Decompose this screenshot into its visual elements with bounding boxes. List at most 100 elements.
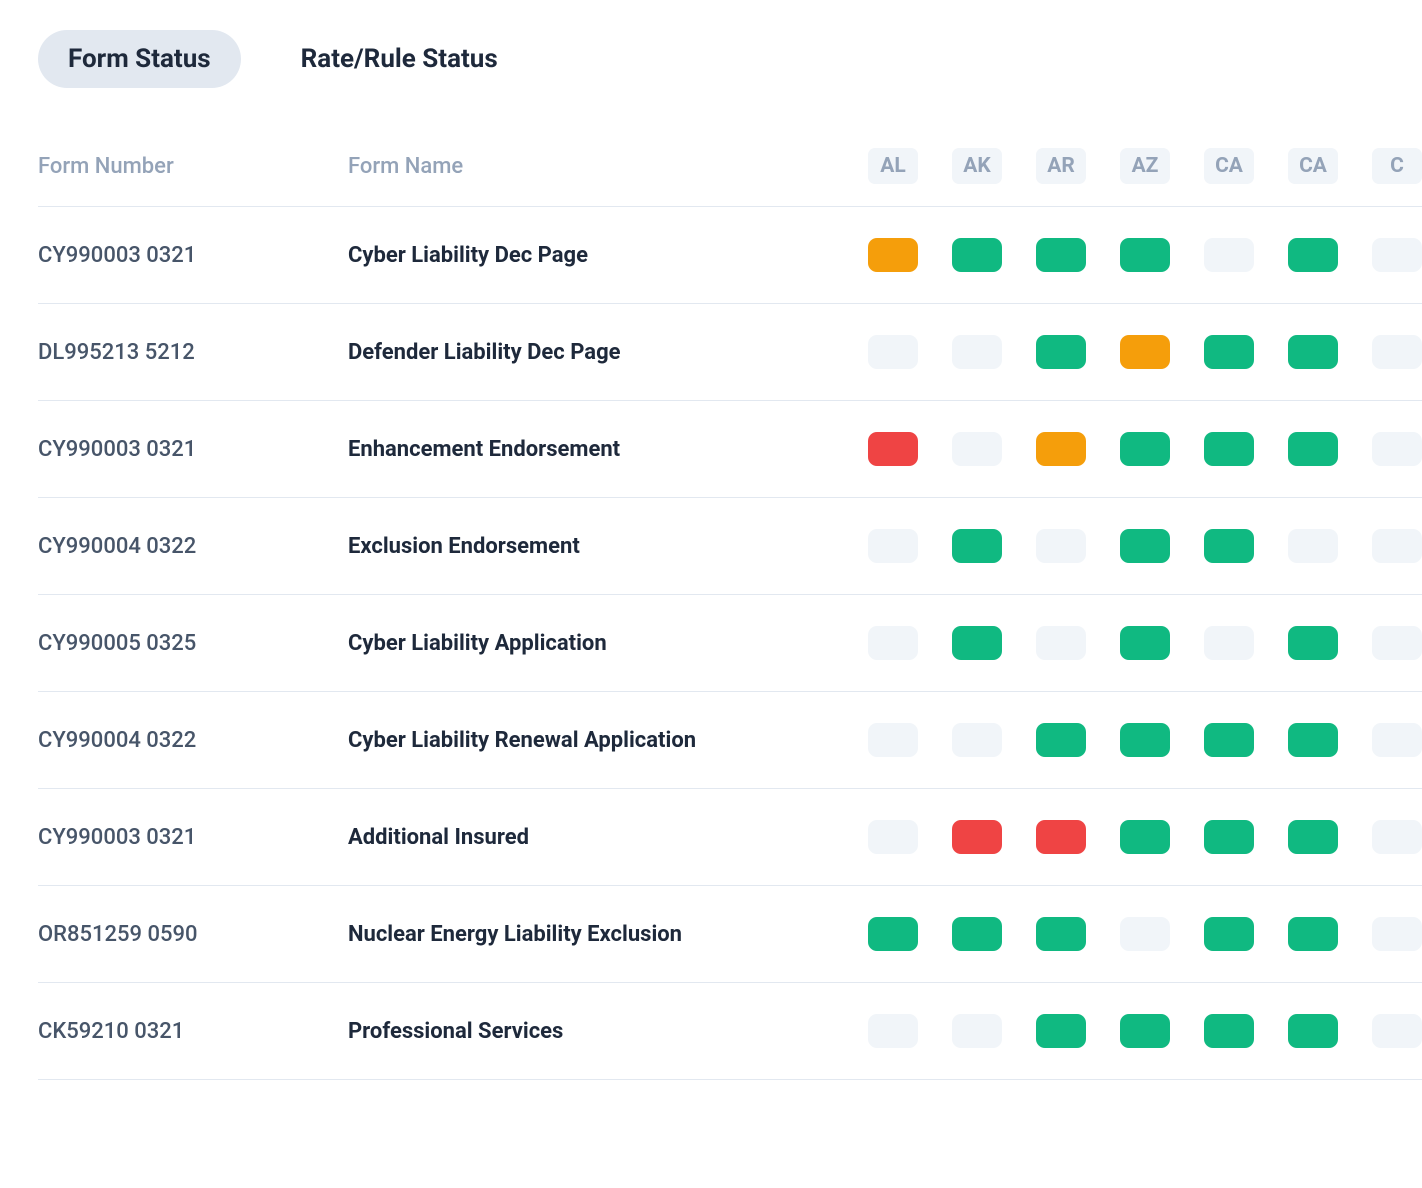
status-cell-green[interactable] [1204,529,1254,563]
status-cell-orange[interactable] [1036,432,1086,466]
cell-form-name: Enhancement Endorsement [348,437,868,462]
status-cell-gray[interactable] [952,432,1002,466]
form-number-text: CY990003 0321 [38,825,196,850]
status-cell-orange[interactable] [868,238,918,272]
status-cell-green[interactable] [1036,335,1086,369]
state-header-ak[interactable]: AK [952,148,1002,184]
form-name-text: Cyber Liability Application [348,631,607,656]
cell-form-number: CY990003 0321 [38,437,348,462]
state-header-label: AZ [1132,154,1159,178]
status-cell-red[interactable] [1036,820,1086,854]
status-cell-green[interactable] [1204,820,1254,854]
status-cell-gray[interactable] [1288,529,1338,563]
status-cell-green[interactable] [1036,1014,1086,1048]
status-cell-gray[interactable] [1204,238,1254,272]
form-number-text: DL995213 5212 [38,340,195,365]
status-cell-green[interactable] [868,917,918,951]
status-cell-green[interactable] [952,238,1002,272]
status-cell-gray[interactable] [1372,238,1422,272]
cell-form-name: Cyber Liability Renewal Application [348,728,868,753]
status-cell-gray[interactable] [952,335,1002,369]
status-cell-green[interactable] [952,917,1002,951]
status-cells [868,626,1422,660]
table-row: CY990005 0325Cyber Liability Application [38,595,1422,692]
cell-form-number: DL995213 5212 [38,340,348,365]
status-cell-gray[interactable] [868,529,918,563]
status-cell-gray[interactable] [1204,626,1254,660]
status-cell-green[interactable] [1204,723,1254,757]
status-cell-gray[interactable] [952,1014,1002,1048]
state-header-ca[interactable]: CA [1204,148,1254,184]
status-cell-gray[interactable] [868,820,918,854]
state-header-al[interactable]: AL [868,148,918,184]
status-cell-green[interactable] [1204,335,1254,369]
status-cell-red[interactable] [868,432,918,466]
header-form-number: Form Number [38,154,174,179]
cell-form-name: Professional Services [348,1019,868,1044]
status-cell-green[interactable] [1288,432,1338,466]
status-cell-gray[interactable] [1120,917,1170,951]
tab-rate-rule-status[interactable]: Rate/Rule Status [271,30,528,88]
status-cell-gray[interactable] [868,1014,918,1048]
col-header-form-name: Form Name [348,154,868,179]
state-headers: AL AK AR AZ CA CA C [868,148,1422,184]
state-header-az[interactable]: AZ [1120,148,1170,184]
status-cell-green[interactable] [1288,1014,1338,1048]
tab-form-status[interactable]: Form Status [38,30,241,88]
form-name-text: Nuclear Energy Liability Exclusion [348,922,682,947]
status-cell-green[interactable] [1288,820,1338,854]
status-cell-green[interactable] [1036,238,1086,272]
status-cell-gray[interactable] [1372,723,1422,757]
main-container: Form Status Rate/Rule Status Form Number… [0,0,1422,1080]
status-cell-green[interactable] [1120,1014,1170,1048]
state-header-c[interactable]: C [1372,148,1422,184]
status-cell-green[interactable] [1120,626,1170,660]
status-cells [868,335,1422,369]
form-name-text: Additional Insured [348,825,529,850]
status-cell-gray[interactable] [1036,626,1086,660]
state-header-ar[interactable]: AR [1036,148,1086,184]
status-cell-green[interactable] [1120,529,1170,563]
form-name-text: Cyber Liability Renewal Application [348,728,696,753]
status-cell-gray[interactable] [1372,529,1422,563]
status-table: Form Number Form Name AL AK AR AZ CA CA C CY99… [38,148,1422,1080]
state-header-ca[interactable]: CA [1288,148,1338,184]
status-cell-green[interactable] [1120,723,1170,757]
state-header-label: C [1390,154,1404,178]
status-cell-green[interactable] [1288,238,1338,272]
status-cell-red[interactable] [952,820,1002,854]
status-cell-gray[interactable] [1372,626,1422,660]
status-cell-gray[interactable] [1372,335,1422,369]
status-cell-green[interactable] [952,529,1002,563]
status-cell-gray[interactable] [1036,529,1086,563]
status-cell-green[interactable] [1204,1014,1254,1048]
status-cell-gray[interactable] [1372,1014,1422,1048]
cell-form-number: CY990003 0321 [38,825,348,850]
status-cell-green[interactable] [1120,238,1170,272]
status-cells [868,1014,1422,1048]
status-cell-green[interactable] [1288,626,1338,660]
status-cell-green[interactable] [1204,917,1254,951]
status-cell-green[interactable] [1204,432,1254,466]
status-cell-green[interactable] [1288,723,1338,757]
status-cell-gray[interactable] [868,723,918,757]
status-cell-green[interactable] [1120,432,1170,466]
form-name-text: Professional Services [348,1019,563,1044]
status-cell-gray[interactable] [952,723,1002,757]
status-cell-gray[interactable] [1372,820,1422,854]
status-cell-green[interactable] [1288,335,1338,369]
status-cell-green[interactable] [1036,917,1086,951]
status-cells [868,917,1422,951]
status-cell-green[interactable] [952,626,1002,660]
status-cell-gray[interactable] [868,626,918,660]
status-cell-green[interactable] [1120,820,1170,854]
form-number-text: CY990004 0322 [38,728,196,753]
cell-form-number: CY990003 0321 [38,243,348,268]
cell-form-name: Nuclear Energy Liability Exclusion [348,922,868,947]
status-cell-gray[interactable] [1372,917,1422,951]
status-cell-gray[interactable] [1372,432,1422,466]
status-cell-gray[interactable] [868,335,918,369]
status-cell-orange[interactable] [1120,335,1170,369]
status-cell-green[interactable] [1288,917,1338,951]
status-cell-green[interactable] [1036,723,1086,757]
